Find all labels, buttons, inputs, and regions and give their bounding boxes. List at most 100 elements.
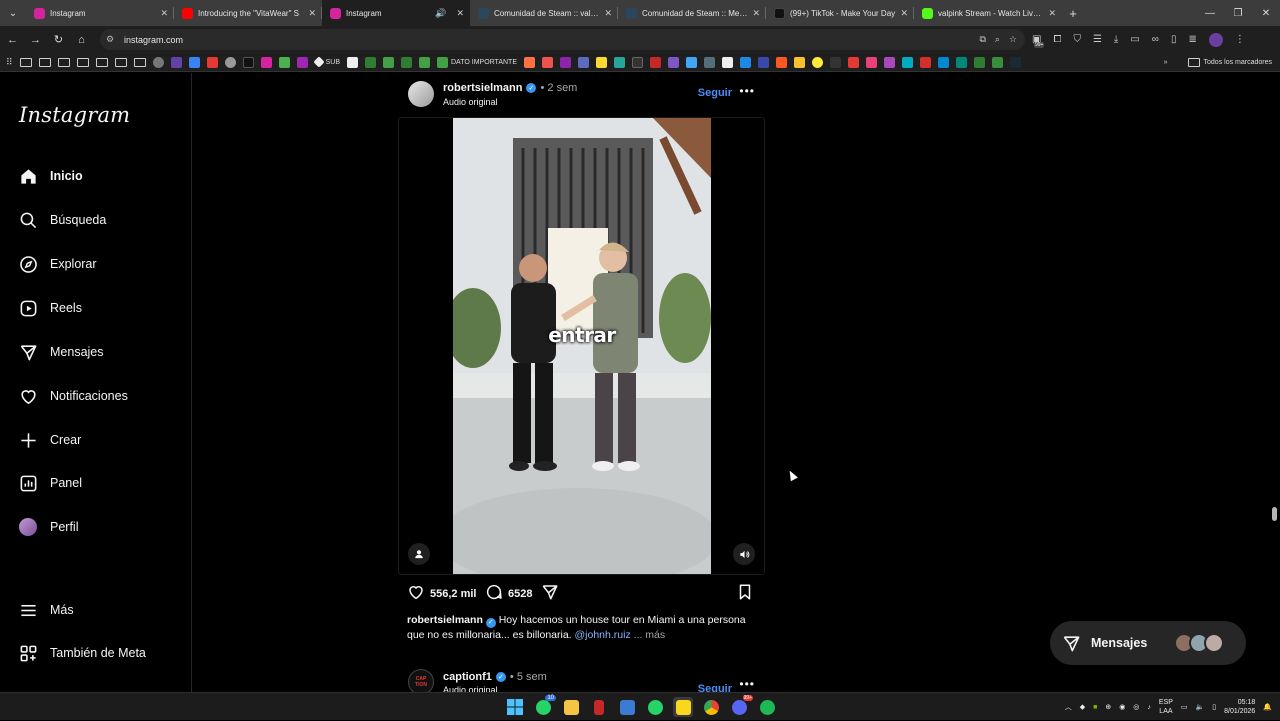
link-icon[interactable]: ∞ (1152, 34, 1159, 45)
instagram-icon[interactable] (260, 56, 272, 68)
language-indicator[interactable]: ESP LAA (1159, 698, 1173, 716)
maximize-icon[interactable]: ❐ (1224, 0, 1252, 26)
tagged-users-icon[interactable] (408, 543, 430, 565)
new-tab-button[interactable]: + (1062, 6, 1084, 21)
nav-notifications[interactable]: Notificaciones (18, 381, 128, 411)
reel-video[interactable]: entrar (453, 118, 711, 574)
bookmark-icon[interactable] (992, 56, 1003, 68)
bookmark-icon[interactable] (884, 56, 895, 68)
extensions-icon[interactable]: ⧠ (1053, 34, 1061, 45)
bookmark-icon[interactable] (650, 56, 661, 68)
chevron-up-icon[interactable]: ︿ (1065, 702, 1072, 712)
tab-kick[interactable]: valpink Stream - Watch Live on ✕ (914, 0, 1062, 26)
zoom-icon[interactable]: ⌕ (995, 34, 1000, 45)
discord-icon[interactable]: 99+ (729, 695, 753, 717)
bookmark-icon[interactable] (848, 56, 859, 68)
bookmark-icon[interactable] (668, 56, 679, 68)
close-tab-icon[interactable]: ✕ (456, 8, 464, 19)
bookmark-star-icon[interactable]: ☆ (1009, 34, 1017, 45)
bookmark-icon[interactable] (938, 56, 949, 68)
whatsapp-icon[interactable] (645, 697, 665, 717)
nav-home[interactable]: Inicio (18, 161, 83, 191)
nav-search[interactable]: Búsqueda (18, 205, 106, 235)
bookmark-dato[interactable]: DATO IMPORTANTE (437, 56, 517, 68)
folder-icon[interactable] (133, 57, 146, 67)
share-button[interactable] (541, 583, 559, 604)
bookmark-icon[interactable] (347, 56, 358, 68)
sound-icon[interactable] (733, 543, 755, 565)
post-media[interactable]: entrar (398, 117, 765, 575)
post-audio-link[interactable]: Audio original (443, 97, 498, 107)
profile-avatar[interactable] (1208, 32, 1223, 47)
save-button[interactable] (736, 583, 754, 604)
bookmark-icon[interactable] (740, 56, 751, 68)
bookmark-icon[interactable] (812, 56, 823, 68)
reload-icon[interactable]: ↻ (47, 26, 70, 53)
tab-tiktok[interactable]: (99+) TikTok - Make Your Day ✕ (766, 0, 914, 26)
close-window-icon[interactable]: ✕ (1252, 0, 1280, 26)
bookmark-icon[interactable] (956, 56, 967, 68)
tray-app-icon[interactable]: ◆ (1080, 703, 1085, 711)
twitch-icon[interactable] (170, 56, 182, 68)
bookmark-icon[interactable] (632, 56, 643, 68)
close-tab-icon[interactable]: ✕ (900, 8, 908, 19)
nav-also-from-meta[interactable]: También de Meta (18, 638, 146, 668)
messages-pill-button[interactable]: Mensajes (1050, 621, 1246, 665)
tiktok-icon[interactable] (242, 56, 254, 68)
post-avatar[interactable] (408, 81, 434, 107)
chrome-menu-icon[interactable]: ⋮ (1235, 34, 1245, 45)
sidepanel-icon[interactable]: ▯ (1171, 34, 1177, 45)
more-options-icon[interactable]: ••• (739, 677, 755, 691)
bookmark-icon[interactable] (560, 56, 571, 68)
chevron-right-icon[interactable]: » (1164, 59, 1168, 66)
nav-profile[interactable]: Perfil (18, 512, 78, 542)
back-icon[interactable]: ← (1, 26, 24, 53)
file-explorer-icon[interactable] (561, 697, 581, 717)
caption-more-link[interactable]: ... más (634, 629, 666, 641)
bookmark-icon[interactable] (794, 56, 805, 68)
wallet-icon[interactable]: ▭ (1130, 34, 1139, 45)
bookmark-icon[interactable] (401, 56, 412, 68)
bookmark-icon[interactable] (830, 56, 841, 68)
all-bookmarks[interactable]: » Todos los marcadores (1157, 53, 1272, 71)
folder-icon[interactable] (38, 57, 51, 67)
page-scrollbar[interactable] (1272, 507, 1277, 521)
nav-panel[interactable]: Panel (18, 468, 82, 498)
tab-youtube[interactable]: Introducing the "VitaWear" S ✕ (174, 0, 322, 26)
caption-mention[interactable]: @johnh.ruiz (575, 629, 631, 641)
volume-icon[interactable]: 🔈 (1196, 703, 1205, 711)
shield-icon[interactable]: ⛉ (1073, 34, 1081, 45)
bookmark-icon[interactable] (596, 56, 607, 68)
bookmark-icon[interactable] (383, 56, 394, 68)
close-tab-icon[interactable]: ✕ (604, 8, 612, 19)
post-username[interactable]: robertsielmann (443, 82, 522, 94)
tray-app-icon[interactable]: ⊕ (1105, 703, 1111, 711)
discord-tray-icon[interactable]: ◉ (1119, 703, 1125, 711)
instagram-logo[interactable]: Instagram (19, 103, 130, 127)
bookmark-icon[interactable] (902, 56, 913, 68)
tab-instagram-1[interactable]: Instagram ✕ (26, 0, 174, 26)
site-info-icon[interactable]: ⚙ (106, 34, 118, 45)
speaker-icon[interactable]: 🔊 (435, 8, 446, 19)
bookmark-icon[interactable] (974, 56, 985, 68)
nav-explore[interactable]: Explorar (18, 249, 97, 279)
bookmark-icon[interactable] (704, 56, 715, 68)
post-username[interactable]: captionf1 (443, 671, 492, 683)
bookmark-icon[interactable] (776, 56, 787, 68)
folder-icon[interactable] (76, 57, 89, 67)
bookmark-icon[interactable] (365, 56, 376, 68)
tab-groups-icon[interactable]: ≣ (1188, 34, 1196, 45)
bookmark-icon[interactable] (614, 56, 625, 68)
bookmark-icon[interactable] (686, 56, 697, 68)
comment-button[interactable]: 6528 (485, 583, 532, 604)
minimize-icon[interactable]: — (1196, 0, 1224, 26)
like-button[interactable]: 556,2 mil (407, 583, 476, 604)
bookmark-icon[interactable] (188, 56, 200, 68)
bookmark-icon[interactable] (524, 56, 535, 68)
bookmark-icon[interactable] (296, 56, 308, 68)
more-options-icon[interactable]: ••• (739, 84, 755, 98)
home-browser-icon[interactable]: ⌂ (70, 26, 93, 53)
notifications-bell-icon[interactable]: 🔔 (1263, 703, 1272, 711)
folder-icon[interactable] (114, 57, 127, 67)
tab-steam-2[interactable]: Comunidad de Steam :: Mercad ✕ (618, 0, 766, 26)
